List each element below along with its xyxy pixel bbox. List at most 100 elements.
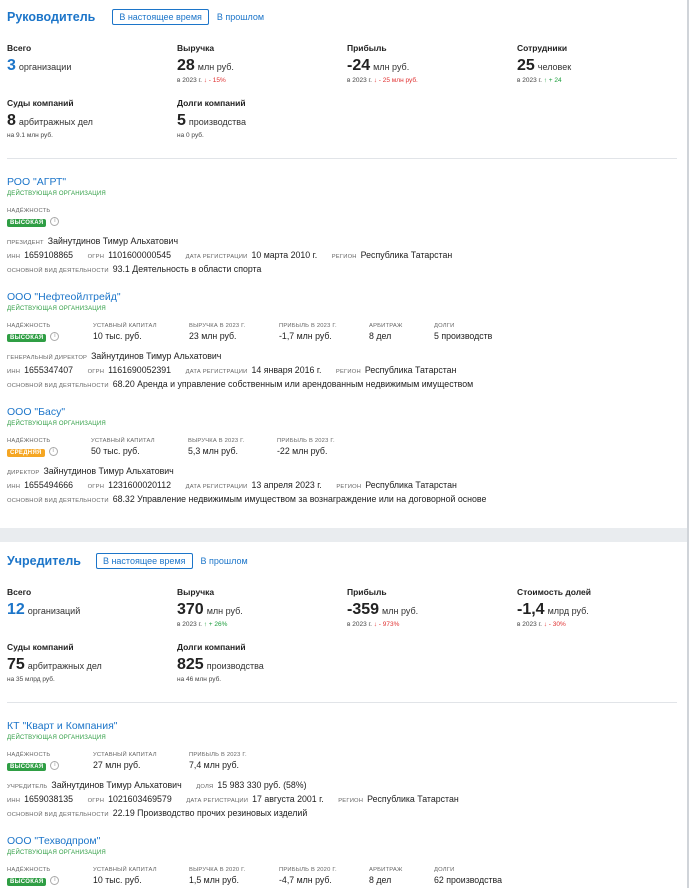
- region-value: Республика Татарстан: [367, 794, 459, 804]
- tab-current[interactable]: В настоящее время: [112, 9, 209, 25]
- metric-label: УСТАВНЫЙ КАПИТАЛ: [93, 323, 157, 329]
- person-role: УЧРЕДИТЕЛЬ: [7, 784, 48, 790]
- org-status: ДЕЙСТВУЮЩАЯ ОРГАНИЗАЦИЯ: [7, 850, 106, 856]
- stat-profit: Прибыль -359 млн руб. в 2023 г. ↓ - 973%: [347, 587, 418, 628]
- region-value: Республика Татарстан: [360, 250, 453, 260]
- activity-value: 93.1 Деятельность в области спорта: [112, 264, 262, 274]
- stat-unit: млн руб.: [197, 62, 234, 72]
- person-name[interactable]: Зайнутдинов Тимур Альхатович: [43, 466, 173, 476]
- metric-revenue: ВЫРУЧКА В 2023 Г. 5,3 млн руб.: [188, 438, 245, 456]
- info-icon[interactable]: i: [50, 217, 60, 227]
- metric-value: 5,3 млн руб.: [188, 446, 238, 456]
- tab-current[interactable]: В настоящее время: [95, 553, 193, 569]
- stat-unit: производства: [188, 117, 246, 127]
- org-name[interactable]: РОО "АГРТ": [7, 176, 677, 188]
- stat-total: Всего 3 организации: [7, 43, 71, 75]
- stat-courts: Суды компаний 75 арбитражных дел на 35 мл…: [7, 642, 102, 683]
- stat-label: Стоимость долей: [517, 587, 591, 597]
- metric-label: ПРИБЫЛЬ В 2023 Г.: [279, 323, 337, 329]
- info-icon[interactable]: i: [48, 447, 58, 457]
- stat-value: -359: [347, 601, 380, 618]
- region-label: РЕГИОН: [331, 254, 357, 260]
- metric-value: 8 дел: [369, 875, 392, 885]
- org-name[interactable]: ООО "Техводпром": [7, 835, 677, 847]
- tab-past[interactable]: В прошлом: [201, 556, 248, 566]
- metric-value: 62 производства: [434, 875, 503, 885]
- inn-value: 1655347407: [24, 365, 74, 375]
- metric-capital: УСТАВНЫЙ КАПИТАЛ 50 тыс. руб.: [91, 438, 155, 456]
- founder-header: Учредитель В настоящее время В прошлом: [7, 553, 248, 569]
- reliability-badge: ВЫСОКАЯ: [7, 219, 47, 227]
- org-name[interactable]: ООО "Нефтеойлтрейд": [7, 291, 677, 303]
- metric-value: -4,7 млн руб.: [279, 875, 332, 885]
- info-icon[interactable]: i: [50, 876, 60, 886]
- stat-label: Суды компаний: [7, 98, 74, 108]
- stat-delta: - 30%: [548, 621, 566, 628]
- stat-value: 28: [177, 57, 195, 74]
- inn-value: 1659038135: [24, 794, 74, 804]
- person-row: ДИРЕКТОР Зайнутдинов Тимур Альхатович: [7, 466, 186, 476]
- stat-label: Выручка: [177, 43, 215, 53]
- metric-value: -22 млн руб.: [277, 446, 328, 456]
- stat-sub: в 2023 г.: [347, 621, 372, 628]
- reliability-block: НАДЁЖНОСТЬ ВЫСОКАЯ i: [7, 208, 60, 227]
- activity-label: ОСНОВНОЙ ВИД ДЕЯТЕЛЬНОСТИ: [7, 383, 109, 389]
- activity-label: ОСНОВНОЙ ВИД ДЕЯТЕЛЬНОСТИ: [7, 498, 109, 504]
- requisites-row: ИНН 1655494666 ОГРН 1231600020112 ДАТА РЕГ…: [7, 480, 469, 490]
- info-icon[interactable]: i: [50, 332, 60, 342]
- stat-shares: Стоимость долей -1,4 млрд руб. в 2023 г. …: [517, 587, 591, 628]
- person-name[interactable]: Зайнутдинов Тимур Альхатович: [48, 236, 178, 246]
- metric-revenue: ВЫРУЧКА В 2023 Г. 23 млн руб.: [189, 323, 246, 341]
- stat-unit: организаций: [27, 606, 81, 616]
- stat-value[interactable]: 3: [7, 57, 16, 74]
- stat-label: Долги компаний: [177, 642, 246, 652]
- stat-value: 825: [177, 656, 204, 673]
- org-name[interactable]: КТ "Кварт и Компания": [7, 720, 677, 732]
- org-status: ДЕЙСТВУЮЩАЯ ОРГАНИЗАЦИЯ: [7, 306, 106, 312]
- arrow-down-icon: ↓: [543, 621, 547, 628]
- org-name[interactable]: ООО "Басу": [7, 406, 677, 418]
- region-value: Республика Татарстан: [365, 480, 457, 490]
- metric-label: УСТАВНЫЙ КАПИТАЛ: [91, 438, 155, 444]
- metric-value: -1,7 млн руб.: [279, 331, 332, 341]
- stat-delta: - 973%: [378, 621, 400, 628]
- reliability-block: НАДЁЖНОСТЬ ВЫСОКАЯ i: [7, 752, 60, 771]
- region-label: РЕГИОН: [336, 484, 362, 490]
- divider: [7, 158, 677, 159]
- metric-arbitration: АРБИТРАЖ 8 дел: [369, 323, 403, 341]
- ogrn-label: ОГРН: [87, 254, 105, 260]
- stat-sub: на 35 млрд руб.: [7, 676, 55, 683]
- stat-debts: Долги компаний 5 производства на 0 руб.: [177, 98, 246, 139]
- reliability-label: НАДЁЖНОСТЬ: [7, 323, 51, 329]
- stat-value: -1,4: [517, 601, 545, 618]
- metric-label: ВЫРУЧКА В 2020 Г.: [189, 867, 246, 873]
- ogrn-value: 1021603469579: [108, 794, 172, 804]
- activity-value: 68.32 Управление недвижимым имуществом з…: [112, 494, 487, 504]
- stat-delta: + 26%: [208, 621, 228, 628]
- stat-label: Долги компаний: [177, 98, 246, 108]
- requisites-row: ИНН 1659108865 ОГРН 1101600000545 ДАТА РЕГ…: [7, 250, 464, 260]
- metric-value: 7,4 млн руб.: [189, 760, 239, 770]
- stat-delta: - 25 млн руб.: [378, 77, 418, 84]
- inn-label: ИНН: [7, 798, 21, 804]
- person-name[interactable]: Зайнутдинов Тимур Альхатович: [51, 780, 181, 790]
- ogrn-value: 1101600000545: [108, 250, 172, 260]
- person-name[interactable]: Зайнутдинов Тимур Альхатович: [91, 351, 221, 361]
- tab-past[interactable]: В прошлом: [217, 12, 264, 22]
- stat-sub: в 2023 г.: [517, 621, 542, 628]
- reg-label: ДАТА РЕГИСТРАЦИИ: [185, 369, 248, 375]
- stat-value[interactable]: 12: [7, 601, 25, 618]
- metric-label: УСТАВНЫЙ КАПИТАЛ: [93, 752, 157, 758]
- metric-profit: ПРИБЫЛЬ В 2023 Г. 7,4 млн руб.: [189, 752, 247, 770]
- reliability-block: НАДЁЖНОСТЬ ВЫСОКАЯ i: [7, 323, 60, 342]
- arrow-down-icon: ↓: [373, 621, 377, 628]
- stat-unit: млн руб.: [206, 606, 243, 616]
- person-role: ДИРЕКТОР: [7, 470, 40, 476]
- stat-unit: организации: [18, 62, 72, 72]
- stat-sub: в 2023 г.: [177, 621, 202, 628]
- stat-sub: на 0 руб.: [177, 132, 204, 139]
- info-icon[interactable]: i: [50, 761, 60, 771]
- stat-value: 370: [177, 601, 204, 618]
- org-status: ДЕЙСТВУЮЩАЯ ОРГАНИЗАЦИЯ: [7, 191, 106, 197]
- metric-capital: УСТАВНЫЙ КАПИТАЛ 27 млн руб.: [93, 752, 157, 770]
